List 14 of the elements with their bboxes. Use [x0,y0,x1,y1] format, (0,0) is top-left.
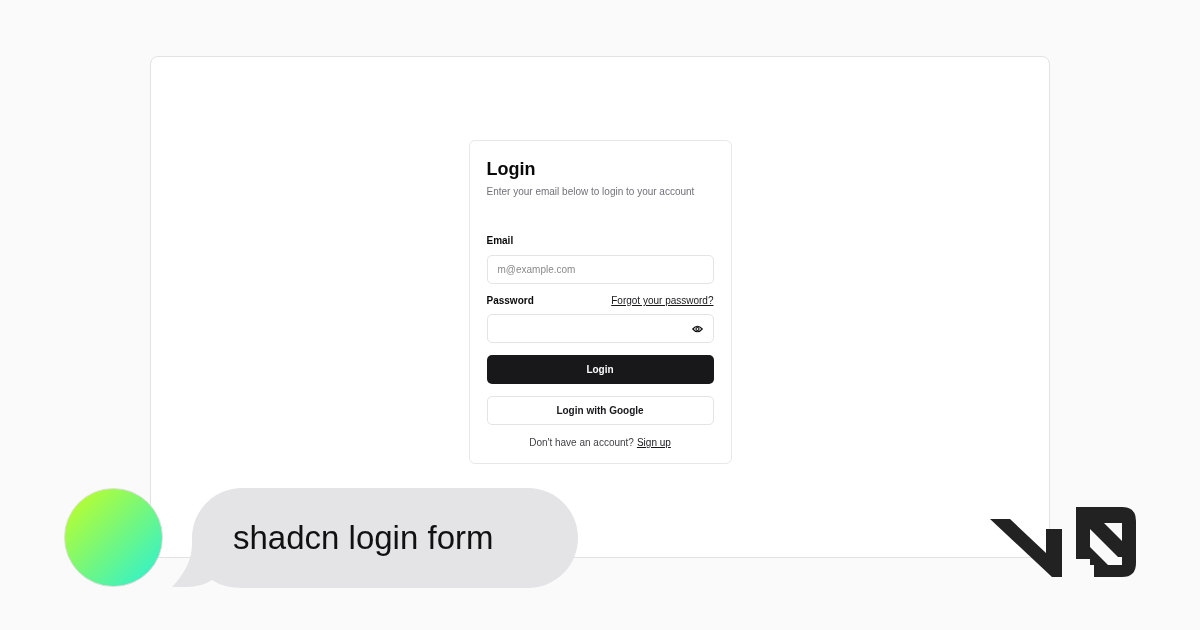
eye-icon[interactable] [691,324,703,333]
card-description: Enter your email below to login to your account [486,186,696,197]
prompt-text: shadcn login form [233,519,494,557]
login-button[interactable]: Login [486,355,714,384]
logo-icon [990,507,1136,577]
email-field[interactable]: m@example.com [486,255,714,284]
signup-link[interactable]: Sign up [636,437,671,448]
signup-prompt: Don't have an account? [529,437,634,448]
google-login-button[interactable]: Login with Google [486,396,714,425]
password-field[interactable] [486,314,714,343]
password-label: Password [486,295,534,306]
email-label: Email [486,235,515,246]
forgot-password-link[interactable]: Forgot your password? [611,295,714,306]
card-title: Login [486,159,537,180]
